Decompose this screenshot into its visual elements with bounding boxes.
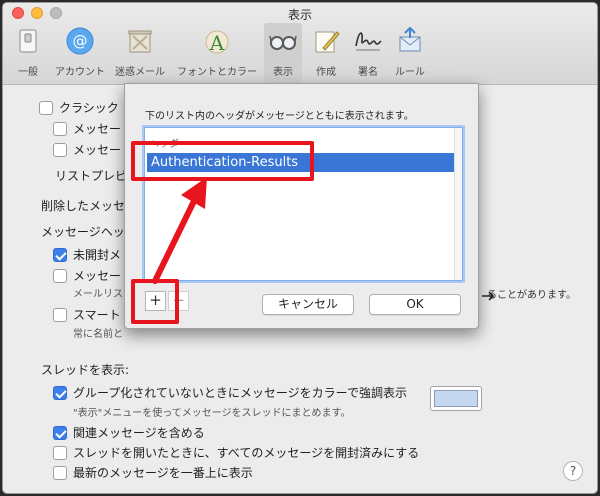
smart-addresses-label: スマート <box>73 308 121 322</box>
toolbar-label: アカウント <box>55 67 105 78</box>
newest-top-row[interactable]: 最新のメッセージを一番上に表示 <box>53 464 253 481</box>
message-option-row-2[interactable]: メッセー <box>53 141 121 158</box>
svg-text:@: @ <box>73 32 88 50</box>
smart-addresses-hint: 常に名前と <box>73 329 123 340</box>
message-option-row-1[interactable]: メッセー <box>53 120 121 137</box>
signature-icon <box>355 32 382 51</box>
related-messages-label: 関連メッセージを含める <box>73 426 205 440</box>
message-option-row-3[interactable]: メッセー <box>53 267 121 284</box>
toolbar-item-general[interactable]: 一般 <box>9 23 47 83</box>
toolbar-label: 表示 <box>273 67 293 78</box>
message-header-label: メッセージヘッ <box>41 225 125 239</box>
mark-read-label: スレッドを開いたときに、すべてのメッセージを開封済みにする <box>73 446 420 460</box>
preferences-window: 表示 一般 @ アカウント 迷惑メール A フォントとカラー 表示 作成 署名 … <box>2 2 598 494</box>
glasses-icon <box>269 35 297 50</box>
toolbar-label: 迷惑メール <box>115 67 165 78</box>
mark-read-checkbox[interactable] <box>53 445 67 460</box>
deleted-messages-label: 削除したメッセ <box>41 199 126 213</box>
switch-icon <box>19 29 37 53</box>
thread-color-label: グループ化されていないときにメッセージをカラーで強調表示 <box>73 386 407 400</box>
thread-section-title: スレッドを表示: <box>41 363 130 377</box>
help-button[interactable]: ? <box>563 461 583 481</box>
toolbar-label: フォントとカラー <box>177 67 257 78</box>
svg-text:A: A <box>209 31 225 55</box>
classic-layout-label: クラシック <box>59 101 119 115</box>
unread-checkbox[interactable] <box>53 247 67 262</box>
classic-layout-row[interactable]: クラシック <box>39 99 119 116</box>
toolbar-item-rules[interactable]: ルール <box>391 23 429 83</box>
thread-color-checkbox[interactable] <box>53 385 67 400</box>
toolbar-label: 署名 <box>358 67 378 78</box>
message-option-checkbox-2[interactable] <box>53 142 67 157</box>
message-option-checkbox-1[interactable] <box>53 121 67 136</box>
compose-pencil-icon <box>315 31 340 53</box>
partial-hint-text: ることがあります。 <box>487 290 576 301</box>
thread-color-hint: "表示"メニューを使ってメッセージをスレッドにまとめます。 <box>73 408 351 419</box>
titlebar: 表示 一般 @ アカウント 迷惑メール A フォントとカラー 表示 作成 署名 … <box>3 3 597 85</box>
toolbar-label: ルール <box>395 67 425 78</box>
newest-top-label: 最新のメッセージを一番上に表示 <box>73 466 253 480</box>
smart-addresses-checkbox[interactable] <box>53 307 67 322</box>
related-messages-row[interactable]: 関連メッセージを含める <box>53 424 205 441</box>
classic-layout-checkbox[interactable] <box>39 100 53 115</box>
message-option-label-3: メッセー <box>73 269 122 283</box>
rules-envelope-icon <box>399 26 421 52</box>
mark-read-row[interactable]: スレッドを開いたときに、すべてのメッセージを開封済みにする <box>53 444 419 461</box>
at-icon: @ <box>66 27 94 55</box>
unread-row[interactable]: 未開封メ <box>53 246 121 263</box>
related-messages-checkbox[interactable] <box>53 425 67 440</box>
window-title: 表示 <box>287 8 312 22</box>
message-option-checkbox-3[interactable] <box>53 268 67 283</box>
junk-trash-icon <box>128 30 152 53</box>
message-option-label-2: メッセー <box>73 143 122 157</box>
toolbar-item-junk[interactable]: 迷惑メール <box>111 23 169 83</box>
ok-button[interactable]: OK <box>369 294 461 315</box>
unread-label: 未開封メ <box>73 248 122 262</box>
newest-top-checkbox[interactable] <box>53 465 67 480</box>
toolbar-label: 一般 <box>18 67 38 78</box>
toolbar-item-accounts[interactable]: @ アカウント <box>51 23 109 83</box>
list-scrollbar[interactable] <box>454 128 462 280</box>
toolbar-label: 作成 <box>316 67 336 78</box>
thread-color-row[interactable]: グループ化されていないときにメッセージをカラーで強調表示 <box>53 384 407 401</box>
toolbar-item-viewing[interactable]: 表示 <box>264 23 302 83</box>
toolbar-item-signatures[interactable]: 署名 <box>349 23 387 83</box>
font-a-icon: A <box>205 30 229 55</box>
smart-addresses-row[interactable]: スマート <box>53 306 121 323</box>
thread-color-swatch <box>434 390 478 407</box>
sheet-message: 下のリスト内のヘッダがメッセージとともに表示されます。 <box>145 111 414 122</box>
mail-list-hint: メールリス <box>73 289 123 300</box>
cancel-button[interactable]: キャンセル <box>262 294 354 315</box>
message-option-label-1: メッセー <box>73 122 122 136</box>
thread-color-well[interactable] <box>430 386 482 411</box>
toolbar-item-fonts-colors[interactable]: A フォントとカラー <box>173 23 261 83</box>
annotation-arrow-icon <box>152 177 207 284</box>
toolbar-item-composing[interactable]: 作成 <box>307 23 345 83</box>
list-preview-label: リストプレビ <box>55 169 128 183</box>
resize-arrow-icon <box>482 291 495 301</box>
